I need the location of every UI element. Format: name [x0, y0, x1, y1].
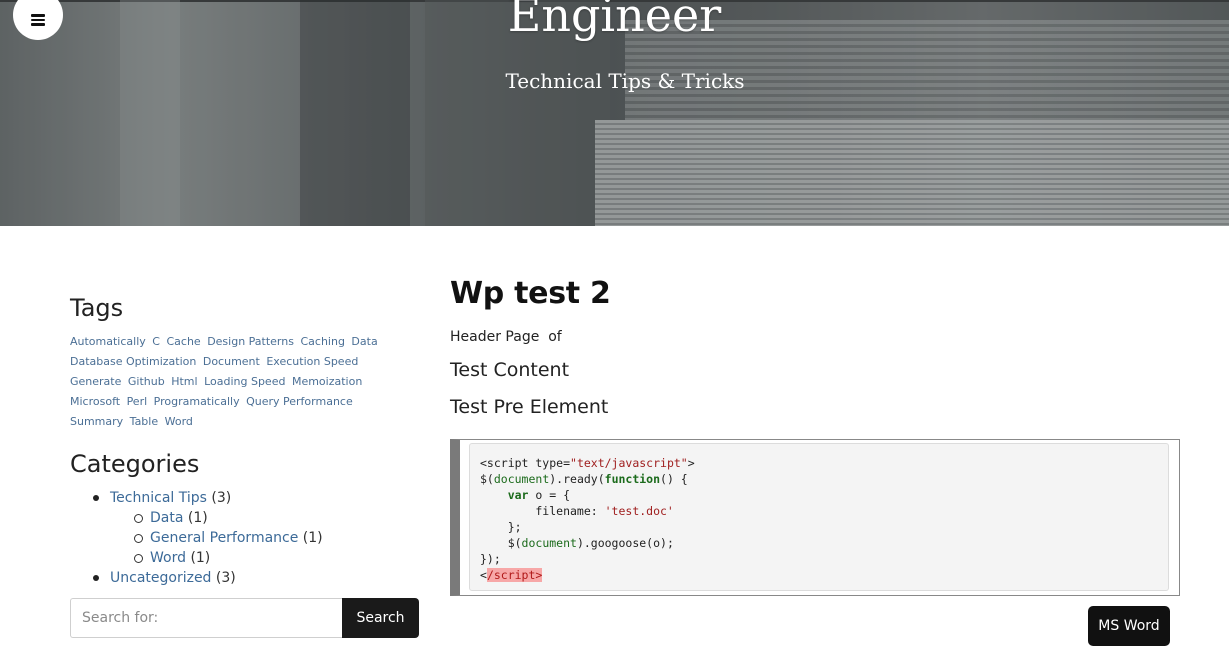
category-count: (3) [215, 570, 236, 586]
category-item: Uncategorized (3) [70, 568, 420, 588]
category-link-data[interactable]: Data [150, 510, 183, 526]
code-block[interactable]: <script type="text/javascript"> $(docume… [469, 443, 1169, 591]
tag-link[interactable]: Automatically [70, 335, 146, 348]
tag-link[interactable]: Caching [300, 335, 344, 348]
code-text: <script type="text/javascript"> $(docume… [480, 456, 695, 582]
category-count: (3) [211, 490, 232, 506]
tag-link[interactable]: Loading Speed [204, 375, 285, 388]
tag-link[interactable]: Github [128, 375, 165, 388]
tags-widget-title: Tags [70, 294, 124, 322]
site-tagline: Technical Tips & Tricks [505, 69, 745, 93]
category-link-word[interactable]: Word [150, 550, 186, 566]
category-item: Data (1) [110, 508, 420, 528]
tag-link[interactable]: Memoization [292, 375, 362, 388]
sidebar: Tags Automatically C Cache Design Patter… [70, 294, 420, 638]
subcategory-list: Data (1) General Performance (1) Word (1… [110, 508, 420, 568]
tag-link[interactable]: C [152, 335, 160, 348]
site-title[interactable]: Engineer [0, 0, 1229, 42]
content-heading: Test Content [450, 359, 570, 381]
category-item: Word (1) [110, 548, 420, 568]
tag-link[interactable]: Perl [127, 395, 148, 408]
tag-link[interactable]: Query Performance [246, 395, 353, 408]
category-list: Technical Tips (3) Data (1) General Perf… [70, 488, 420, 588]
tag-link[interactable]: Html [171, 375, 197, 388]
category-item: General Performance (1) [110, 528, 420, 548]
category-link-general-performance[interactable]: General Performance [150, 530, 298, 546]
category-count: (1) [187, 510, 208, 526]
search-button[interactable]: Search [342, 598, 419, 638]
hamburger-menu-icon [31, 14, 45, 26]
category-item: Technical Tips (3) Data (1) General Perf… [70, 488, 420, 568]
search-input[interactable] [70, 598, 342, 638]
tag-link[interactable]: Programatically [154, 395, 240, 408]
search-form: Search [70, 598, 420, 638]
category-count: (1) [190, 550, 211, 566]
post-header-text: Header Page of [450, 329, 562, 345]
tag-link[interactable]: Data [351, 335, 377, 348]
tag-link[interactable]: Word [165, 415, 193, 428]
ms-word-export-button[interactable]: MS Word [1088, 606, 1170, 646]
tag-link[interactable]: Table [130, 415, 158, 428]
post-title: Wp test 2 [450, 276, 611, 311]
tag-link[interactable]: Summary [70, 415, 123, 428]
category-link-technical-tips[interactable]: Technical Tips [110, 490, 207, 506]
tag-link[interactable]: Generate [70, 375, 121, 388]
tag-link[interactable]: Document [203, 355, 260, 368]
tag-link[interactable]: Cache [166, 335, 200, 348]
tag-cloud: Automatically C Cache Design Patterns Ca… [70, 332, 410, 432]
tag-link[interactable]: Execution Speed [266, 355, 358, 368]
categories-widget-title: Categories [70, 450, 200, 478]
tag-link[interactable]: Database Optimization [70, 355, 196, 368]
next-widget-title-partial [70, 648, 150, 662]
pre-element-heading: Test Pre Element [450, 396, 609, 418]
category-count: (1) [302, 530, 323, 546]
tag-link[interactable]: Microsoft [70, 395, 120, 408]
category-link-uncategorized[interactable]: Uncategorized [110, 570, 211, 586]
post-content: Wp test 2 Header Page of Test Content Te… [450, 276, 1180, 646]
code-block-container: <script type="text/javascript"> $(docume… [450, 439, 1180, 596]
tag-link[interactable]: Design Patterns [207, 335, 294, 348]
site-header: Engineer Technical Tips & Tricks [0, 0, 1229, 226]
